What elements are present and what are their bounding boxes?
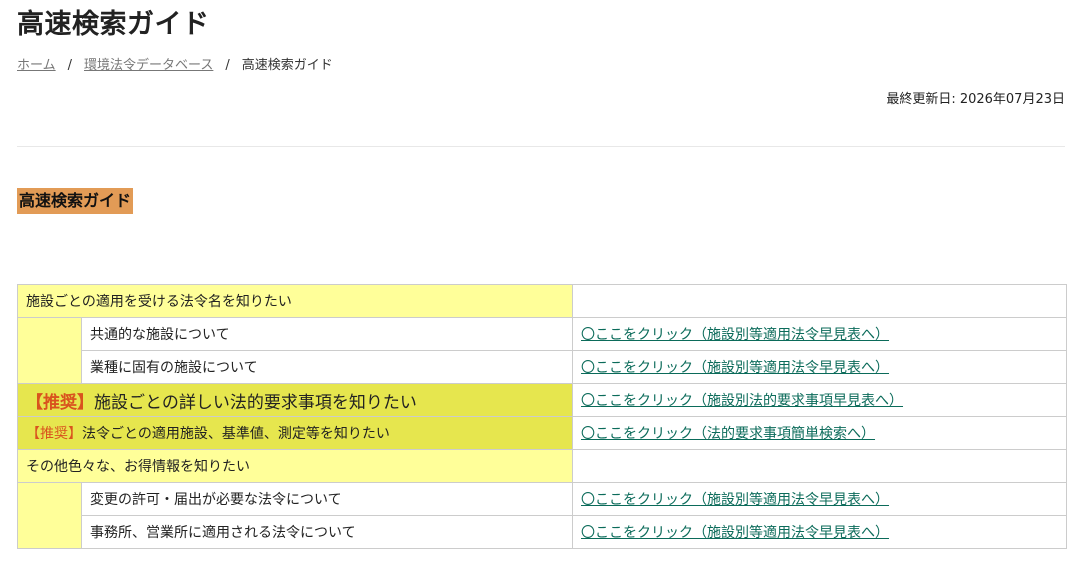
facility-law-quick-table-link[interactable]: 〇ここをクリック（施設別等適用法令早見表へ） [581, 360, 889, 376]
last-updated-date: 最終更新日: 2026年07月23日 [886, 92, 1065, 107]
page: 高速検索ガイド ホーム / 環境法令データベース / 高速検索ガイド 最終更新日: 20… [0, 0, 1086, 564]
item-label: 変更の許可・届出が必要な法令について [80, 482, 574, 516]
recommended-badge: 【推奨】 [26, 392, 94, 413]
breadcrumb-home-link[interactable]: ホーム [17, 58, 56, 73]
recommended-label: 施設ごとの詳しい法的要求事項を知りたい [94, 392, 417, 413]
table-row: 【推奨】法令ごとの適用施設、基準値、測定等を知りたい 〇ここをクリック（法的要求… [16, 416, 1068, 450]
empty-cell [572, 449, 1068, 483]
table-row: 変更の許可・届出が必要な法令について 〇ここをクリック（施設別等適用法令早見表へ… [17, 482, 1068, 549]
quick-search-guide-table: 施設ごとの適用を受ける法令名を知りたい 共通的な施設について 〇ここをクリック（… [16, 284, 1068, 549]
table-row: 施設ごとの適用を受ける法令名を知りたい [16, 284, 1068, 318]
breadcrumb-database-link[interactable]: 環境法令データベース [84, 58, 213, 73]
empty-cell [572, 284, 1068, 318]
facility-law-quick-table-link[interactable]: 〇ここをクリック（施設別等適用法令早見表へ） [581, 492, 889, 508]
recommended-category-cell: 【推奨】法令ごとの適用施設、基準値、測定等を知りたい [16, 416, 574, 450]
link-cell: 〇ここをクリック（施設別法的要求事項早見表へ） [572, 383, 1068, 417]
item-label: 業種に固有の施設について [80, 350, 574, 384]
link-cell: 〇ここをクリック（施設別等適用法令早見表へ） [572, 482, 1068, 516]
item-label: 事務所、営業所に適用される法令について [80, 515, 574, 549]
table-row: 業種に固有の施設について 〇ここをクリック（施設別等適用法令早見表へ） [18, 350, 1068, 384]
legal-requirements-simple-search-link[interactable]: 〇ここをクリック（法的要求事項簡単検索へ） [581, 426, 875, 442]
recommended-label: 法令ごとの適用施設、基準値、測定等を知りたい [82, 426, 390, 442]
table-row: 共通的な施設について 〇ここをクリック（施設別等適用法令早見表へ） [17, 317, 1068, 384]
facility-law-quick-table-link[interactable]: 〇ここをクリック（施設別等適用法令早見表へ） [581, 525, 889, 541]
breadcrumb: ホーム / 環境法令データベース / 高速検索ガイド [17, 54, 333, 73]
breadcrumb-separator: / [67, 58, 73, 73]
category-cell: 施設ごとの適用を受ける法令名を知りたい [16, 284, 574, 318]
item-label: 共通的な施設について [80, 317, 574, 351]
table-row: その他色々な、お得情報を知りたい [16, 449, 1068, 483]
breadcrumb-current: 高速検索ガイド [241, 58, 333, 73]
facility-legal-requirements-link[interactable]: 〇ここをクリック（施設別法的要求事項早見表へ） [581, 393, 903, 409]
page-title: 高速検索ガイド [17, 9, 210, 40]
table-row: 【推奨】施設ごとの詳しい法的要求事項を知りたい 〇ここをクリック（施設別法的要求… [16, 383, 1068, 417]
breadcrumb-separator: / [225, 58, 230, 73]
section-heading: 高速検索ガイド [17, 188, 134, 214]
divider [17, 146, 1065, 147]
table-row: 事務所、営業所に適用される法令について 〇ここをクリック（施設別等適用法令早見表… [18, 515, 1068, 549]
indent-cell [17, 317, 82, 384]
recommended-category-cell: 【推奨】施設ごとの詳しい法的要求事項を知りたい [16, 383, 574, 417]
category-cell: その他色々な、お得情報を知りたい [16, 449, 574, 483]
indent-cell [17, 482, 82, 549]
link-cell: 〇ここをクリック（施設別等適用法令早見表へ） [572, 350, 1068, 384]
recommended-badge: 【推奨】 [26, 426, 82, 442]
link-cell: 〇ここをクリック（施設別等適用法令早見表へ） [572, 317, 1068, 351]
link-cell: 〇ここをクリック（施設別等適用法令早見表へ） [572, 515, 1068, 549]
link-cell: 〇ここをクリック（法的要求事項簡単検索へ） [572, 416, 1068, 450]
facility-law-quick-table-link[interactable]: 〇ここをクリック（施設別等適用法令早見表へ） [581, 327, 889, 343]
